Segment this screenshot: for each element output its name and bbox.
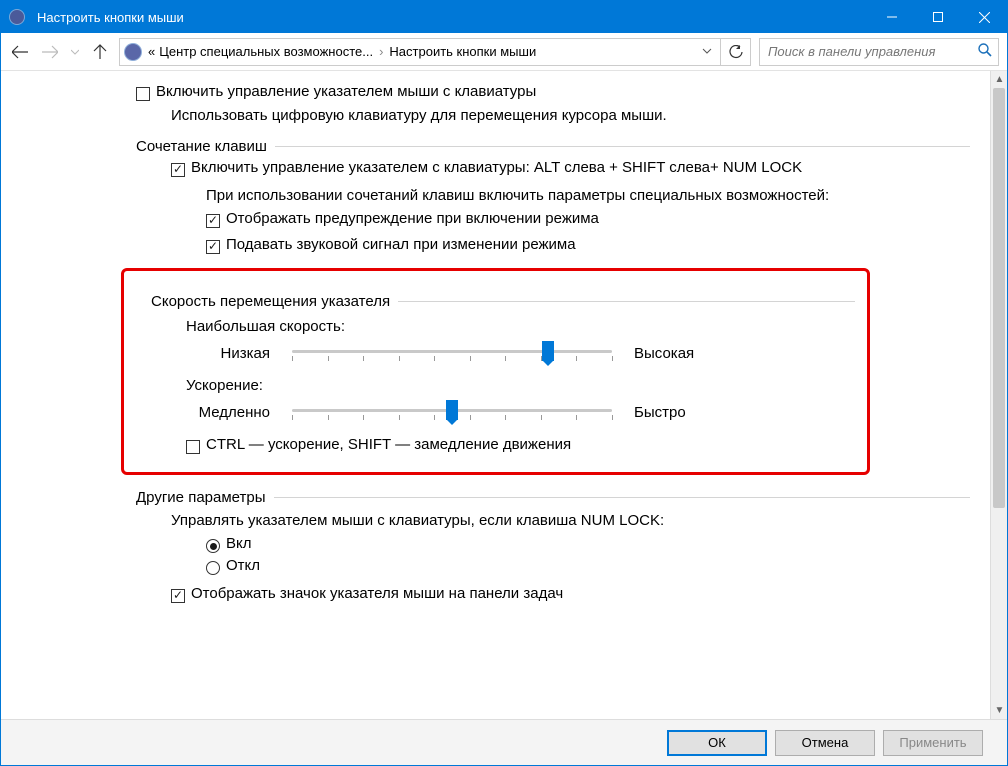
hotkey-enable-label: Включить управление указателем с клавиат… <box>191 159 802 176</box>
close-button[interactable] <box>961 1 1007 33</box>
cancel-button[interactable]: Отмена <box>775 730 875 756</box>
play-sound-label: Подавать звуковой сигнал при изменении р… <box>226 236 576 253</box>
vertical-scrollbar[interactable]: ▲ ▼ <box>990 71 1007 719</box>
hotkey-enable-checkbox[interactable] <box>171 163 185 177</box>
top-speed-label: Наибольшая скорость: <box>186 318 855 335</box>
enable-mouse-keys-desc: Использовать цифровую клавиатуру для пер… <box>171 107 970 124</box>
window-title: Настроить кнопки мыши <box>33 10 869 25</box>
accel-thumb[interactable] <box>446 400 458 420</box>
up-button[interactable] <box>89 41 111 63</box>
recent-dropdown[interactable] <box>69 41 81 63</box>
hotkeys-group: Сочетание клавиш <box>136 138 970 155</box>
tray-icon-checkbox[interactable] <box>171 589 185 603</box>
refresh-button[interactable] <box>721 38 751 66</box>
search-input[interactable] <box>766 43 978 60</box>
forward-button[interactable] <box>39 41 61 63</box>
ctrl-shift-label: CTRL — ускорение, SHIFT — замедление дви… <box>206 436 571 453</box>
breadcrumb-prefix: « <box>148 44 155 59</box>
numlock-label: Управлять указателем мыши с клавиатуры, … <box>171 512 970 529</box>
ease-of-access-icon <box>124 43 142 61</box>
breadcrumb-dropdown[interactable] <box>698 44 716 59</box>
numlock-on-label: Вкл <box>226 535 252 552</box>
titlebar: Настроить кнопки мыши <box>1 1 1007 33</box>
maximize-button[interactable] <box>915 1 961 33</box>
scroll-up-button[interactable]: ▲ <box>991 71 1007 88</box>
search-box[interactable] <box>759 38 999 66</box>
enable-mouse-keys-checkbox[interactable] <box>136 87 150 101</box>
tray-icon-label: Отображать значок указателя мыши на пане… <box>191 585 563 602</box>
top-speed-thumb[interactable] <box>542 341 554 361</box>
minimize-button[interactable] <box>869 1 915 33</box>
accel-slider[interactable] <box>292 398 612 426</box>
breadcrumb-part-2[interactable]: Настроить кнопки мыши <box>389 44 536 59</box>
other-group: Другие параметры <box>136 489 970 506</box>
breadcrumb-part-1[interactable]: Центр специальных возможносте... <box>159 44 373 59</box>
numlock-off-radio[interactable] <box>206 561 220 575</box>
accel-fast-label: Быстро <box>628 404 718 421</box>
search-icon[interactable] <box>978 43 992 60</box>
top-speed-low-label: Низкая <box>186 345 276 362</box>
chevron-right-icon[interactable]: › <box>373 44 389 59</box>
navbar: « Центр специальных возможносте... › Нас… <box>1 33 1007 71</box>
back-button[interactable] <box>9 41 31 63</box>
top-speed-high-label: Высокая <box>628 345 718 362</box>
show-warning-checkbox[interactable] <box>206 214 220 228</box>
accel-label: Ускорение: <box>186 377 855 394</box>
enable-mouse-keys-label: Включить управление указателем мыши с кл… <box>156 83 536 100</box>
numlock-on-radio[interactable] <box>206 539 220 553</box>
ctrl-shift-checkbox[interactable] <box>186 440 200 454</box>
show-warning-label: Отображать предупреждение при включении … <box>226 210 599 227</box>
scroll-thumb[interactable] <box>993 88 1005 508</box>
content-area: Включить управление указателем мыши с кл… <box>1 71 1007 719</box>
play-sound-checkbox[interactable] <box>206 240 220 254</box>
apply-button[interactable]: Применить <box>883 730 983 756</box>
pointer-speed-highlight: Скорость перемещения указателя Наибольша… <box>121 268 870 475</box>
accel-slow-label: Медленно <box>186 404 276 421</box>
window-icon <box>1 9 33 25</box>
ok-button[interactable]: ОК <box>667 730 767 756</box>
top-speed-slider[interactable] <box>292 339 612 367</box>
speed-group: Скорость перемещения указателя <box>151 293 855 310</box>
breadcrumb[interactable]: « Центр специальных возможносте... › Нас… <box>119 38 721 66</box>
control-panel-window: Настроить кнопки мыши « Ц <box>0 0 1008 766</box>
dialog-footer: ОК Отмена Применить <box>1 719 1007 765</box>
scroll-down-button[interactable]: ▼ <box>991 702 1007 719</box>
hotkey-desc: При использовании сочетаний клавиш включ… <box>206 187 970 204</box>
numlock-off-label: Откл <box>226 557 260 574</box>
